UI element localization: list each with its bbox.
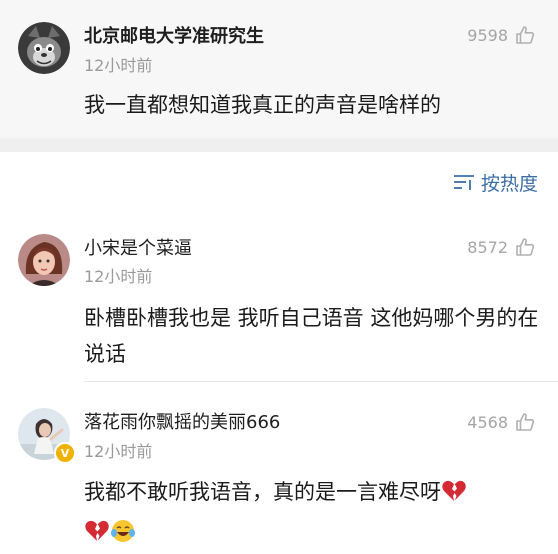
post-time: 12小时前 [84,56,153,75]
verified-badge-icon: V [54,442,76,464]
comment-username[interactable]: 小宋是个菜逼 [84,234,192,260]
sort-bar: 按热度 [0,152,558,212]
cat-avatar-image [18,22,70,74]
comment-like-count: 8572 [467,237,508,257]
crying-laughing-icon [110,518,136,554]
post-text: 我一直都想知道我真正的声音是啥样的 [84,93,441,117]
thumbs-up-icon [516,238,535,256]
broken-heart-icon [84,518,110,554]
avatar[interactable] [18,234,70,286]
thumbs-up-icon [516,413,535,431]
post-like-button[interactable]: 9598 [467,24,536,46]
woman-avatar-image [18,234,70,286]
comment-item: V 落花雨你飘摇的美丽666 12小时前 4568 我都不敢听我语音，真的是一言… [0,382,558,553]
original-post: 北京邮电大学准研究生 12小时前 9598 我一直都想知道我真正的声音是啥样的 [0,0,558,138]
comment-username[interactable]: 落花雨你飘摇的美丽666 [84,408,280,434]
post-like-count: 9598 [467,25,508,45]
post-username[interactable]: 北京邮电大学准研究生 [84,22,264,48]
comment-like-button[interactable]: 4568 [467,411,536,433]
sort-icon [453,175,474,190]
comment-item: 小宋是个菜逼 12小时前 8572 卧槽卧槽我也是 我听自己语音 这他妈哪个男的… [0,212,558,382]
comment-text: 我都不敢听我语音，真的是一言难尽呀 [84,474,540,554]
section-divider [0,138,558,152]
comment-like-count: 4568 [467,412,508,432]
sort-label: 按热度 [480,172,538,195]
comment-like-button[interactable]: 8572 [467,236,536,258]
comment-time: 12小时前 [84,267,153,286]
thumbs-up-icon [516,26,535,44]
sort-by-hot-button[interactable]: 按热度 [453,169,538,195]
broken-heart-icon [441,478,467,514]
comment-text-body: 我都不敢听我语音，真的是一言难尽呀 [84,480,441,504]
avatar[interactable] [18,22,70,74]
comment-text: 卧槽卧槽我也是 我听自己语音 这他妈哪个男的在说话 [84,306,539,366]
comment-time: 12小时前 [84,442,153,461]
